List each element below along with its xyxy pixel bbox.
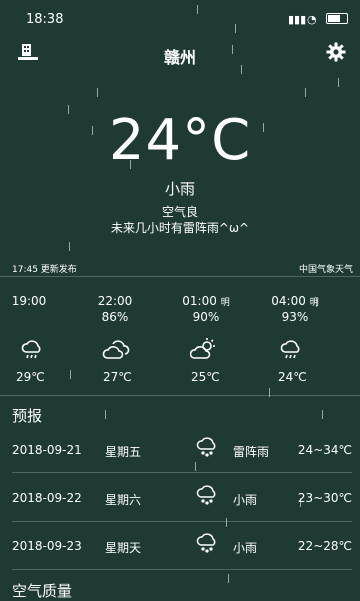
forecast-title: 预报: [12, 407, 43, 425]
hourly-item: 04:00 明 93%: [262, 294, 328, 324]
cloudy-icon: [102, 338, 132, 364]
air-quality-title: 空气质量: [12, 582, 73, 600]
hourly-humidity: 90%: [192, 310, 220, 324]
thunder-rain-icon: [195, 436, 219, 461]
divider: [0, 395, 360, 396]
hourly-time: 04:00: [271, 294, 306, 308]
forecast-range: 22~28℃: [297, 539, 352, 553]
forecast-date: 2018-09-22: [12, 491, 82, 505]
hourly-item: 22:00 86%: [85, 294, 145, 324]
battery-icon: [326, 13, 348, 24]
divider: [12, 472, 352, 473]
settings-gear-icon[interactable]: [326, 42, 346, 66]
forecast-date: 2018-09-21: [12, 443, 82, 457]
forecast-weekday: 星期天: [105, 541, 142, 555]
hourly-temp: 25℃: [191, 370, 220, 384]
city-title: 赣州: [163, 48, 196, 67]
publish-time: 17:45 更新发布: [12, 265, 77, 275]
rain-cloud-icon: [20, 339, 44, 365]
hourly-day-suffix: 明: [309, 298, 319, 308]
hourly-time: 22:00: [97, 294, 133, 308]
status-bar: 18:38 ▮▮▮ ◔: [0, 0, 360, 38]
hourly-humidity: 93%: [281, 310, 309, 324]
hourly-item: 01:00 明 90%: [173, 294, 239, 324]
hourly-time: 19:00: [11, 294, 47, 308]
hourly-item: 19:00: [0, 294, 58, 310]
partly-cloudy-icon: [189, 337, 218, 365]
forecast-weekday: 星期五: [105, 445, 142, 459]
hourly-temp: 29℃: [16, 370, 45, 384]
divider: [0, 276, 360, 277]
current-condition: 小雨: [164, 180, 195, 198]
weather-tip: 未来几小时有雷阵雨^ω^: [110, 221, 250, 235]
hourly-day-suffix: 明: [220, 298, 230, 308]
signal-icon: ▮▮▮: [288, 13, 307, 26]
forecast-row[interactable]: 2018-09-21 星期五 雷阵雨 24~34℃: [0, 437, 360, 487]
status-time: 18:38: [26, 12, 64, 27]
forecast-weather: 小雨: [233, 541, 258, 555]
air-quality-label: 空气良: [161, 205, 198, 219]
data-source: 中国气象天气: [298, 265, 353, 275]
wifi-icon: ◔: [307, 13, 317, 26]
rain-cloud-icon: [279, 339, 303, 365]
divider: [12, 569, 352, 570]
forecast-row[interactable]: 2018-09-23 星期天 小雨 22~28℃: [0, 533, 360, 583]
forecast-weather: 雷阵雨: [233, 445, 270, 459]
divider: [12, 521, 352, 522]
hourly-temp: 27℃: [103, 370, 132, 384]
hourly-time: 01:00: [182, 294, 217, 308]
forecast-weekday: 星期六: [105, 493, 142, 507]
forecast-date: 2018-09-23: [12, 539, 82, 553]
light-rain-icon: [195, 532, 219, 557]
forecast-range: 23~30℃: [297, 491, 352, 505]
hourly-temp: 24℃: [278, 370, 307, 384]
current-temperature: 24°C: [108, 108, 252, 173]
hourly-humidity: 86%: [101, 310, 129, 324]
forecast-row[interactable]: 2018-09-22 星期六 小雨 23~30℃: [0, 485, 360, 535]
forecast-range: 24~34℃: [297, 443, 352, 457]
forecast-weather: 小雨: [233, 493, 258, 507]
light-rain-icon: [195, 484, 219, 509]
